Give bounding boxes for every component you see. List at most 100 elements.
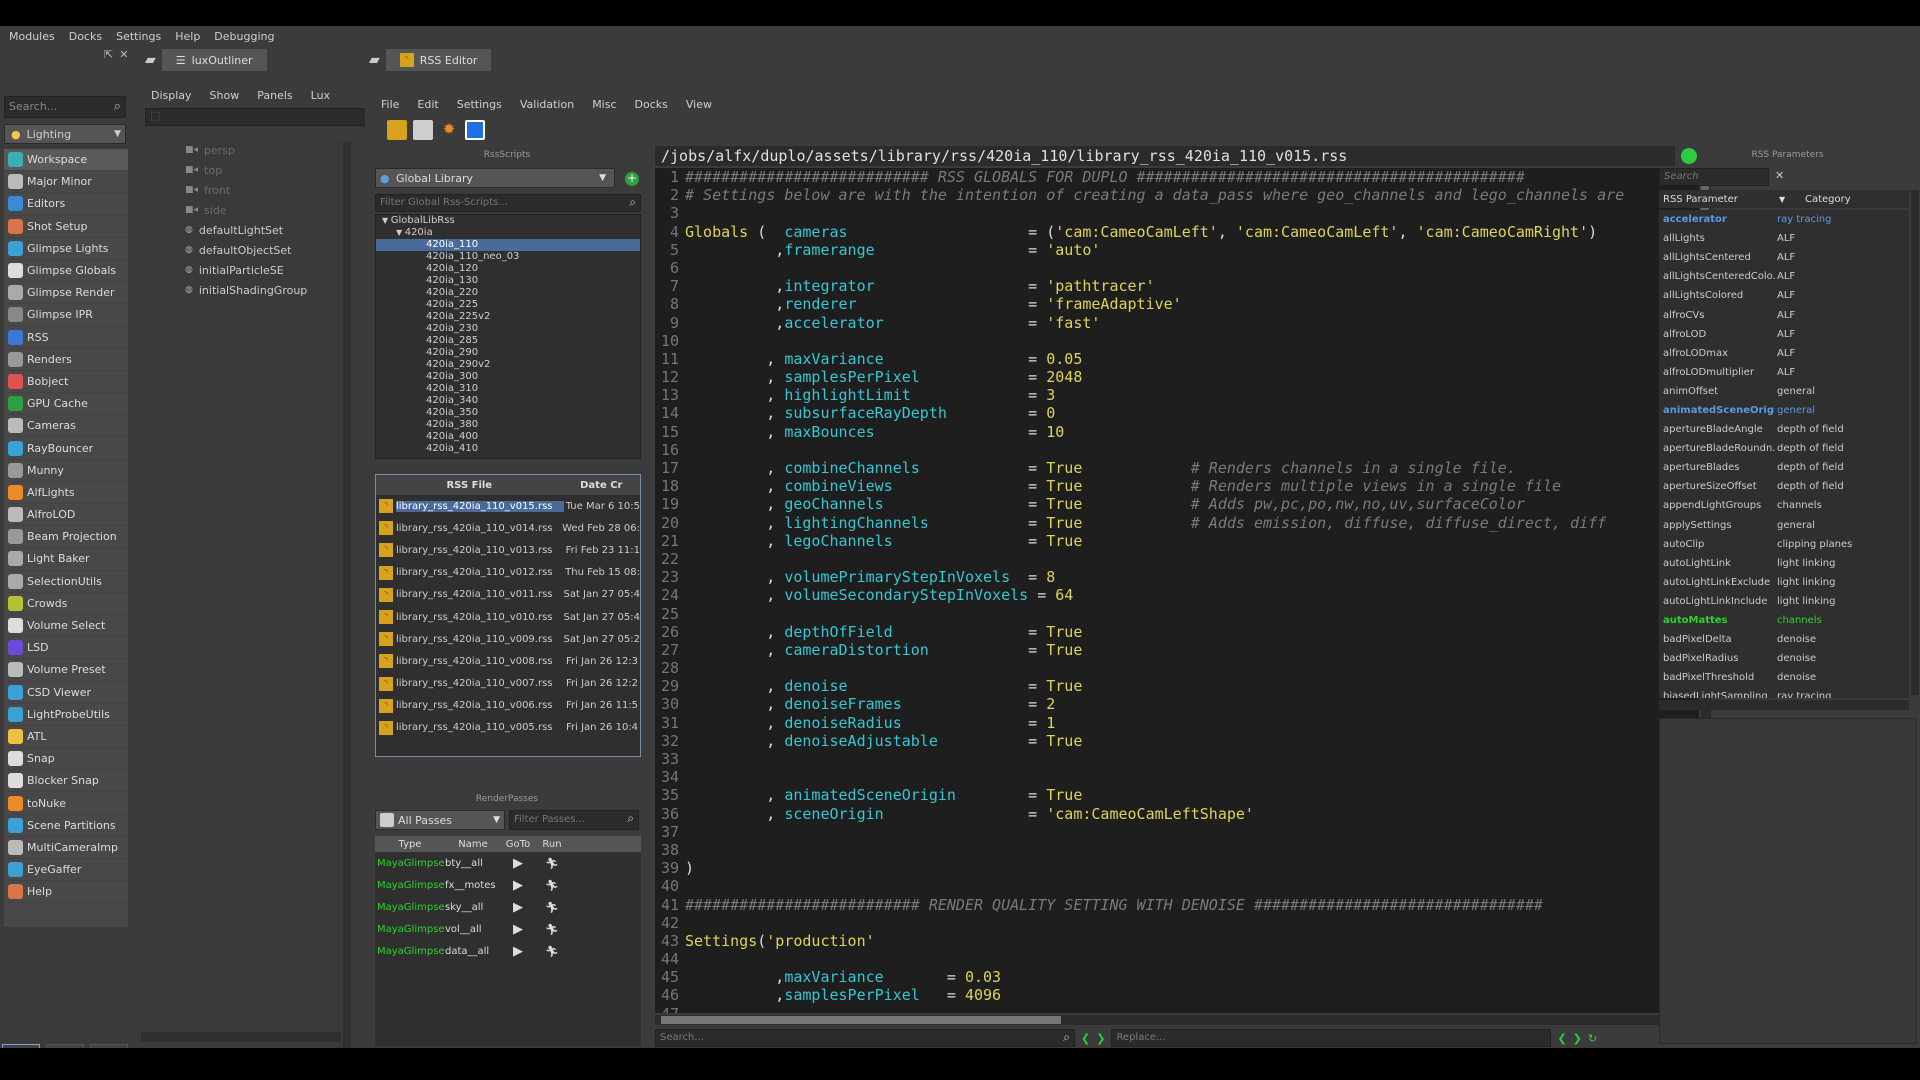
param-row[interactable]: apertureBlades depth of field (1659, 458, 1909, 477)
column-rss-file[interactable]: RSS File (376, 480, 563, 491)
code-line[interactable]: 7 ,integrator = 'pathtracer' (655, 277, 1699, 295)
pass-row[interactable]: MayaGlimpse data__all ▶ 🏃︎ (375, 941, 641, 963)
outliner-hscrollbar[interactable] (141, 1032, 341, 1042)
param-row[interactable]: apertureBladeRoundn... depth of field (1659, 439, 1909, 458)
tab-luxoutliner[interactable]: ☰ luxOutliner (161, 49, 267, 71)
tree-node[interactable]: 420ia_400 (376, 431, 640, 443)
run-icon[interactable]: 🏃︎ (535, 923, 569, 936)
tool-selectionutils[interactable]: SelectionUtils (4, 571, 128, 593)
code-line[interactable]: 19 , geoChannels = True # Adds pw,pc,po,… (655, 495, 1699, 513)
menu-settings[interactable]: Settings (457, 98, 502, 111)
next-arrow-icon[interactable]: ❯ (1573, 1032, 1582, 1045)
column-name[interactable]: Name (445, 839, 501, 850)
menu-edit[interactable]: Edit (417, 98, 438, 111)
code-line[interactable]: 10 (655, 332, 1699, 350)
tree-node[interactable]: 420ia_110 (376, 239, 640, 251)
outliner-node[interactable]: ◍ initialParticleSE (145, 260, 353, 280)
tree-node[interactable]: 420ia_290 (376, 347, 640, 359)
code-line[interactable]: 27 , cameraDistortion = True (655, 641, 1699, 659)
tool-rss[interactable]: RSS (4, 327, 128, 349)
goto-icon[interactable]: ▶ (501, 922, 535, 937)
run-icon[interactable]: 🏃︎ (535, 857, 569, 870)
code-line[interactable]: 9 ,accelerator = 'fast' (655, 314, 1699, 332)
code-line[interactable]: 33 (655, 750, 1699, 768)
file-row[interactable]: ◝ library_rss_420ia_110_v006.rss Fri Jan 2… (376, 695, 640, 717)
layout-split-button[interactable] (46, 1044, 84, 1048)
rss-file-tool-icon[interactable] (387, 120, 407, 140)
code-line[interactable]: 43 Settings('production' (655, 932, 1699, 950)
tool-glimpse-globals[interactable]: Glimpse Globals (4, 260, 128, 283)
param-row[interactable]: autoMattes channels (1659, 611, 1909, 630)
code-line[interactable]: 40 (655, 877, 1699, 895)
code-line[interactable]: 37 (655, 823, 1699, 841)
code-line[interactable]: 11 , maxVariance = 0.05 (655, 350, 1699, 368)
code-line[interactable]: 39) (655, 859, 1699, 877)
tool-light-baker[interactable]: Light Baker (4, 548, 128, 571)
param-row[interactable]: alfroLODmultiplier ALF (1659, 363, 1909, 382)
menu-validation[interactable]: Validation (520, 98, 574, 111)
tool-beam-projection[interactable]: Beam Projection (4, 526, 128, 549)
code-line[interactable]: 32 , denoiseAdjustable = True (655, 732, 1699, 750)
menu-panels[interactable]: Panels (257, 89, 292, 102)
expand-arrow-icon[interactable]: ▼ (396, 228, 405, 237)
code-line[interactable]: 15 , maxBounces = 10 (655, 423, 1699, 441)
pass-row[interactable]: MayaGlimpse bty__all ▶ 🏃︎ (375, 852, 641, 874)
tree-node[interactable]: 420ia_310 (376, 383, 640, 395)
menu-view[interactable]: View (686, 98, 712, 111)
tool-crowds[interactable]: Crowds (4, 593, 128, 615)
tool-glimpse-render[interactable]: Glimpse Render (4, 282, 128, 305)
layout-grid-button[interactable] (90, 1044, 128, 1048)
expand-arrow-icon[interactable]: ▼ (382, 216, 391, 225)
file-row[interactable]: ◝ library_rss_420ia_110_v007.rss Fri Jan 2… (376, 673, 640, 695)
run-icon[interactable]: 🏃︎ (535, 901, 569, 914)
param-row[interactable]: apertureSizeOffset depth of field (1659, 477, 1909, 496)
param-row[interactable]: alfroLOD ALF (1659, 325, 1909, 344)
code-line[interactable]: 28 (655, 659, 1699, 677)
layout-single-button[interactable] (2, 1044, 40, 1048)
tool-scene-partitions[interactable]: Scene Partitions (4, 815, 128, 837)
tree-node[interactable]: 420ia_350 (376, 407, 640, 419)
code-line[interactable]: 41 ########################## RENDER QUAL… (655, 896, 1699, 914)
column-category[interactable]: Category (1799, 194, 1851, 205)
code-editor[interactable]: 1 ########################### RSS GLOBALS… (655, 168, 1699, 1013)
column-date[interactable]: Date Cr (563, 480, 640, 491)
tree-node[interactable]: 420ia_300 (376, 371, 640, 383)
tree-node[interactable]: 420ia_290v2 (376, 359, 640, 371)
param-row[interactable]: applySettings general (1659, 516, 1909, 535)
outliner-node[interactable]: ■◂ side (145, 200, 353, 220)
param-row[interactable]: allLightsCentered ALF (1659, 248, 1909, 267)
tool-glimpse-ipr[interactable]: Glimpse IPR (4, 304, 128, 327)
goto-icon[interactable]: ▶ (501, 900, 535, 915)
blue-square-tool-icon[interactable] (465, 120, 485, 140)
goto-icon[interactable]: ▶ (501, 856, 535, 871)
filter-scripts-input[interactable]: Filter Global Rss-Scripts... ⌕ (375, 194, 641, 212)
param-row[interactable]: allLightsCenteredColo... ALF (1659, 267, 1909, 286)
code-line[interactable]: 8 ,renderer = 'frameAdaptive' (655, 295, 1699, 313)
tab-rss-editor[interactable]: ◝ RSS Editor (385, 49, 492, 71)
code-line[interactable]: 31 , denoiseRadius = 1 (655, 714, 1699, 732)
file-row[interactable]: ◝ library_rss_420ia_110_v005.rss Fri Jan 2… (376, 717, 640, 739)
tool-alflights[interactable]: AlfLights (4, 482, 128, 504)
outliner-node[interactable]: ■◂ persp (145, 140, 353, 160)
run-icon[interactable]: 🏃︎ (535, 945, 569, 958)
tree-node[interactable]: 420ia_380 (376, 419, 640, 431)
tool-lsd[interactable]: LSD (4, 637, 128, 660)
shelf-dropdown[interactable]: ● Lighting ▼ (4, 124, 126, 144)
tool-workspace[interactable]: Workspace (4, 149, 128, 172)
param-row[interactable]: alfroLODmax ALF (1659, 344, 1909, 363)
column-goto[interactable]: GoTo (501, 839, 535, 850)
outliner-node[interactable]: ■◂ top (145, 160, 353, 180)
param-row[interactable]: badPixelRadius denoise (1659, 649, 1909, 668)
search-icon[interactable]: ⌕ (114, 99, 121, 114)
tree-node[interactable]: 420ia_110_neo_03 (376, 251, 640, 263)
tool-help[interactable]: Help (4, 881, 128, 904)
pass-row[interactable]: MayaGlimpse fx__motes ▶ 🏃︎ (375, 874, 641, 896)
menu-docks[interactable]: Docks (635, 98, 668, 111)
find-input[interactable]: Search... ⌕ (655, 1029, 1075, 1047)
outliner-filter-input[interactable]: ⬚ (145, 108, 369, 126)
code-line[interactable]: 23 , volumePrimaryStepInVoxels = 8 (655, 568, 1699, 586)
tool-renders[interactable]: Renders (4, 349, 128, 371)
code-line[interactable]: 1 ########################### RSS GLOBALS… (655, 168, 1699, 186)
code-line[interactable]: 38 (655, 841, 1699, 859)
file-path-bar[interactable]: /jobs/alfx/duplo/assets/library/rss/420i… (655, 146, 1675, 166)
